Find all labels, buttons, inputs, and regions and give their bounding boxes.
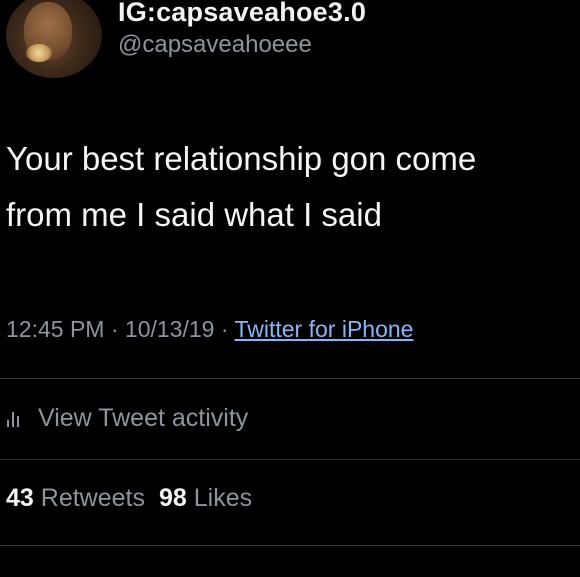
retweets-label: Retweets <box>40 484 145 512</box>
divider <box>0 545 580 546</box>
retweets-stat[interactable]: 43 Retweets <box>6 484 145 512</box>
meta-separator: · <box>220 316 229 342</box>
view-tweet-activity-label: View Tweet activity <box>38 403 249 432</box>
tweet-source-link[interactable]: Twitter for iPhone <box>234 316 413 342</box>
avatar-highlight <box>26 44 52 62</box>
likes-stat[interactable]: 98 Likes <box>159 484 252 512</box>
view-tweet-activity-button[interactable]: View Tweet activity <box>6 398 248 438</box>
tweet-date: 10/13/19 <box>124 316 215 342</box>
divider <box>0 378 580 379</box>
tweet-header: IG:capsaveahoe3.0 @capsaveahoeee <box>0 0 580 90</box>
tweet-meta: 12:45 PM · 10/13/19 · Twitter for iPhone <box>6 316 413 343</box>
avatar[interactable] <box>6 0 102 78</box>
tweet-text: Your best relationship gon come from me … <box>6 140 477 233</box>
divider <box>0 459 580 460</box>
retweets-count: 43 <box>6 484 34 512</box>
bar-chart-icon <box>7 412 19 427</box>
display-name[interactable]: IG:capsaveahoe3.0 <box>118 0 366 28</box>
tweet-time: 12:45 PM <box>6 316 105 342</box>
likes-label: Likes <box>193 484 253 512</box>
likes-count: 98 <box>158 484 187 512</box>
meta-separator: · <box>110 316 119 342</box>
tweet-stats: 43 Retweets 98 Likes <box>6 484 252 513</box>
user-handle[interactable]: @capsaveahoeee <box>118 31 312 59</box>
